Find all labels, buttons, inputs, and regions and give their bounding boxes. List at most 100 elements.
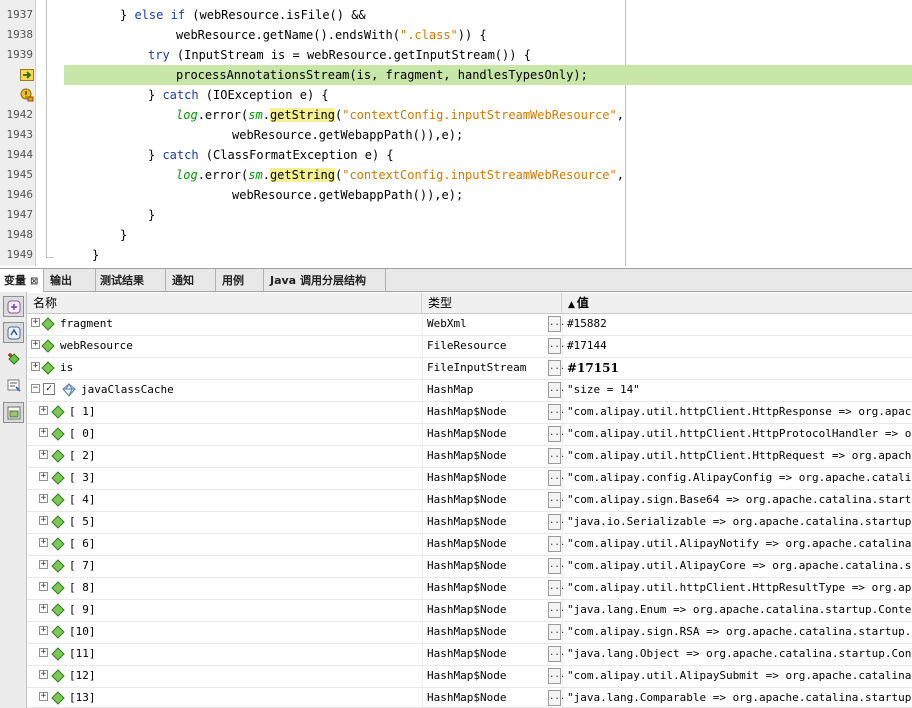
expand-icon[interactable]: + xyxy=(39,582,48,591)
entry-type: HashMap$Node xyxy=(427,537,507,550)
tab-notifications[interactable]: 通知 xyxy=(168,269,216,292)
new-watch-button[interactable] xyxy=(3,348,24,369)
customize-value-button[interactable]: ... xyxy=(548,492,565,508)
entry-value[interactable]: "java.lang.Object => org.apache.catalina… xyxy=(567,644,912,666)
entry-name: [ 8] xyxy=(69,581,96,594)
customize-value-button[interactable]: ... xyxy=(548,580,565,596)
expand-icon[interactable]: + xyxy=(39,428,48,437)
expand-icon[interactable]: + xyxy=(39,472,48,481)
expand-icon[interactable]: + xyxy=(39,516,48,525)
entry-value[interactable]: "java.io.Serializable => org.apache.cata… xyxy=(567,512,912,534)
customize-value-button[interactable]: ... xyxy=(548,426,565,442)
hashmap-entry-row[interactable]: + [12] HashMap$Node ... "com.alipay.util… xyxy=(27,666,912,688)
hashmap-entry-row[interactable]: + [13] HashMap$Node ... "java.lang.Compa… xyxy=(27,688,912,708)
tab-variables[interactable]: 变量 ⊠ xyxy=(0,269,44,292)
entry-value[interactable]: "com.alipay.util.AlipaySubmit => org.apa… xyxy=(567,666,912,688)
entry-value[interactable]: "com.alipay.util.httpClient.HttpResultTy… xyxy=(567,578,912,600)
line-number: 1938 xyxy=(6,28,34,41)
evaluate-expression-button[interactable] xyxy=(3,374,24,395)
hashmap-entry-row[interactable]: + [10] HashMap$Node ... "com.alipay.sign… xyxy=(27,622,912,644)
variable-row-javaClassCache[interactable]: − ✓ javaClassCache HashMap ... "size = 1… xyxy=(27,380,912,402)
expand-icon[interactable]: + xyxy=(39,626,48,635)
entry-value[interactable]: "java.lang.Enum => org.apache.catalina.s… xyxy=(567,600,912,622)
entry-value[interactable]: "com.alipay.util.AlipayNotify => org.apa… xyxy=(567,534,912,556)
variable-type: FileResource xyxy=(427,339,507,352)
local-variables-icon xyxy=(7,300,20,313)
collapse-icon[interactable]: − xyxy=(31,384,40,393)
line-number: 1945 xyxy=(6,168,34,181)
expand-icon[interactable]: + xyxy=(31,318,40,327)
entry-type: HashMap$Node xyxy=(427,515,507,528)
customize-value-button[interactable]: ... xyxy=(548,602,565,618)
expand-icon[interactable]: + xyxy=(31,362,40,371)
show-watches-button[interactable] xyxy=(3,322,24,343)
customize-value-button[interactable]: ... xyxy=(548,668,565,684)
hashmap-entry-row[interactable]: + [ 2] HashMap$Node ... "com.alipay.util… xyxy=(27,446,912,468)
expand-icon[interactable]: + xyxy=(31,340,40,349)
customize-value-button[interactable]: ... xyxy=(548,382,565,398)
entry-value[interactable]: "com.alipay.util.httpClient.HttpResponse… xyxy=(567,402,912,424)
hashmap-entry-row[interactable]: + [ 8] HashMap$Node ... "com.alipay.util… xyxy=(27,578,912,600)
column-header-type[interactable]: 类型 xyxy=(422,293,562,314)
entry-name: [ 6] xyxy=(69,537,96,550)
expand-icon[interactable]: + xyxy=(39,450,48,459)
tab-usages[interactable]: 用例 xyxy=(218,269,264,292)
hashmap-entry-row[interactable]: + [11] HashMap$Node ... "java.lang.Objec… xyxy=(27,644,912,666)
customize-value-button[interactable]: ... xyxy=(548,448,565,464)
variable-value[interactable]: #17151 xyxy=(567,358,912,380)
hashmap-entry-row[interactable]: + [ 7] HashMap$Node ... "com.alipay.util… xyxy=(27,556,912,578)
customize-value-button[interactable]: ... xyxy=(548,338,565,354)
close-icon[interactable]: ⊠ xyxy=(30,276,38,287)
expand-icon[interactable]: + xyxy=(39,648,48,657)
column-header-name[interactable]: 名称 xyxy=(27,293,422,314)
hashmap-entry-row[interactable]: + [ 9] HashMap$Node ... "java.lang.Enum … xyxy=(27,600,912,622)
customize-value-button[interactable]: ... xyxy=(548,646,565,662)
variable-row-webResource[interactable]: + webResource FileResource ... #17144 xyxy=(27,336,912,358)
variable-value[interactable]: #15882 xyxy=(567,314,912,336)
customize-value-button[interactable]: ... xyxy=(548,404,565,420)
entry-value[interactable]: "com.alipay.sign.Base64 => org.apache.ca… xyxy=(567,490,912,512)
entry-value[interactable]: "com.alipay.sign.RSA => org.apache.catal… xyxy=(567,622,912,644)
column-header-value[interactable]: ▲ 值 xyxy=(562,293,912,314)
expand-icon[interactable]: + xyxy=(39,494,48,503)
hashmap-entry-row[interactable]: + [ 5] HashMap$Node ... "java.io.Seriali… xyxy=(27,512,912,534)
hashmap-entry-row[interactable]: + [ 1] HashMap$Node ... "com.alipay.util… xyxy=(27,402,912,424)
entry-value[interactable]: "com.alipay.util.httpClient.HttpProtocol… xyxy=(567,424,912,446)
watch-checkbox[interactable]: ✓ xyxy=(43,383,55,395)
customize-value-button[interactable]: ... xyxy=(548,470,565,486)
code-editor[interactable]: 1937 1938 1939 1942 1943 1944 1945 1946 … xyxy=(0,0,912,266)
expand-icon[interactable]: + xyxy=(39,538,48,547)
entry-value[interactable]: "com.alipay.util.AlipayCore => org.apach… xyxy=(567,556,912,578)
expand-icon[interactable]: + xyxy=(39,692,48,701)
variable-value[interactable]: #17144 xyxy=(567,336,912,358)
hashmap-entry-row[interactable]: + [ 3] HashMap$Node ... "com.alipay.conf… xyxy=(27,468,912,490)
line-number-gutter[interactable]: 1937 1938 1939 1942 1943 1944 1945 1946 … xyxy=(0,0,36,266)
evaluate-icon xyxy=(7,379,21,392)
hashmap-entry-row[interactable]: + [ 6] HashMap$Node ... "com.alipay.util… xyxy=(27,534,912,556)
expand-icon[interactable]: + xyxy=(39,670,48,679)
customize-value-button[interactable]: ... xyxy=(548,316,565,332)
entry-value[interactable]: "java.lang.Comparable => org.apache.cata… xyxy=(567,688,912,708)
expand-icon[interactable]: + xyxy=(39,604,48,613)
hashmap-entry-row[interactable]: + [ 0] HashMap$Node ... "com.alipay.util… xyxy=(27,424,912,446)
expand-icon[interactable]: + xyxy=(39,406,48,415)
customize-value-button[interactable]: ... xyxy=(548,360,565,376)
variable-value[interactable]: "size = 14" xyxy=(567,380,912,402)
entry-value[interactable]: "com.alipay.config.AlipayConfig => org.a… xyxy=(567,468,912,490)
show-local-variables-button[interactable] xyxy=(3,296,24,317)
customize-value-button[interactable]: ... xyxy=(548,536,565,552)
customize-value-button[interactable]: ... xyxy=(548,558,565,574)
entry-type: HashMap$Node xyxy=(427,493,507,506)
hashmap-entry-row[interactable]: + [ 4] HashMap$Node ... "com.alipay.sign… xyxy=(27,490,912,512)
customize-value-button[interactable]: ... xyxy=(548,514,565,530)
customize-value-button[interactable]: ... xyxy=(548,690,565,706)
variable-row-is[interactable]: + is FileInputStream ... #17151 xyxy=(27,358,912,380)
customize-value-button[interactable]: ... xyxy=(548,624,565,640)
tab-test-results[interactable]: 测试结果 xyxy=(96,269,166,292)
variable-row-fragment[interactable]: + fragment WebXml ... #15882 xyxy=(27,314,912,336)
show-static-fields-button[interactable] xyxy=(3,402,24,423)
entry-value[interactable]: "com.alipay.util.httpClient.HttpRequest … xyxy=(567,446,912,468)
tab-output[interactable]: 输出 xyxy=(46,269,96,292)
expand-icon[interactable]: + xyxy=(39,560,48,569)
tab-java-call-hierarchy[interactable]: Java 调用分层结构 xyxy=(266,269,386,292)
